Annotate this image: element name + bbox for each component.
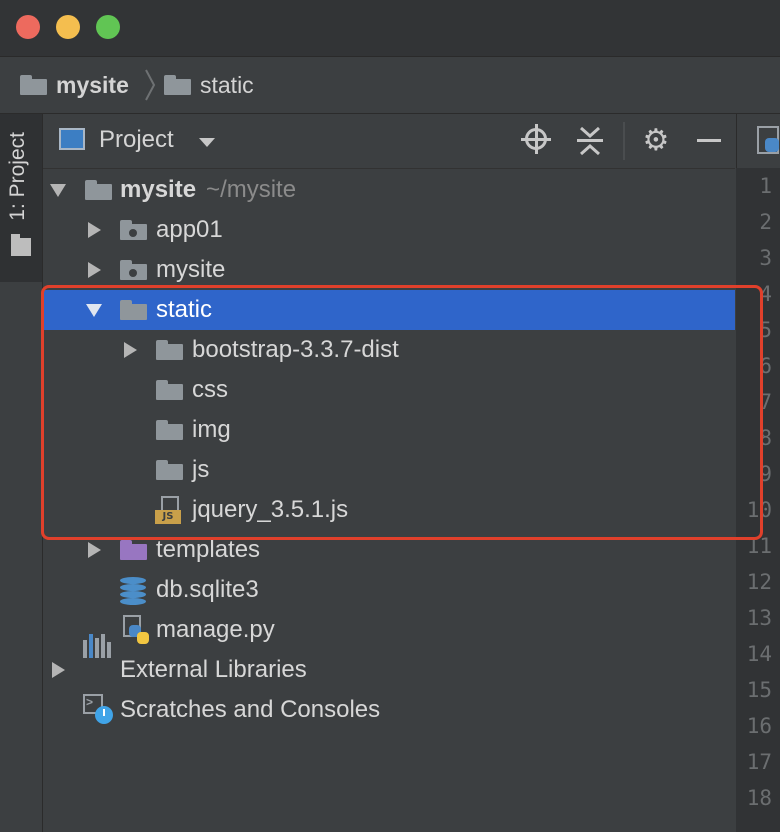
tree-item-label: manage.py [156, 616, 275, 643]
toolbar-divider [623, 122, 625, 160]
expand-arrow-icon[interactable] [49, 170, 69, 210]
tree-item-label: css [192, 376, 228, 403]
breadcrumb-item-mysite[interactable]: mysite [20, 57, 129, 113]
tree-item-label: js [192, 456, 210, 483]
gear-icon[interactable]: ⚙ [639, 124, 673, 158]
window-titlebar [0, 0, 780, 57]
tree-item-mysite-root[interactable]: mysite ~/mysite [43, 170, 735, 210]
line-number: 17 [746, 750, 772, 774]
tree-item-label: static [156, 296, 213, 323]
tree-item-label: jquery_3.5.1.js [192, 496, 349, 523]
tool-window-strip: 1: Project [0, 114, 43, 832]
folder-icon [156, 380, 183, 400]
locate-icon[interactable] [521, 124, 555, 158]
line-number: 3 [759, 246, 772, 270]
project-tree: mysite ~/mysite app01 mysite static boots… [43, 170, 735, 832]
folder-icon [20, 75, 47, 95]
folder-icon [120, 300, 147, 320]
tree-item-label: Scratches and Consoles [120, 696, 381, 723]
tree-item-app01[interactable]: app01 [43, 210, 735, 250]
tree-item-bootstrap[interactable]: bootstrap-3.3.7-dist [43, 330, 735, 370]
line-number: 12 [746, 570, 772, 594]
line-number: 11 [746, 534, 772, 558]
collapse-arrow-icon[interactable] [84, 530, 104, 570]
templates-folder-icon [120, 540, 147, 560]
folder-icon [156, 460, 183, 480]
tree-item-mysite-package[interactable]: mysite [43, 250, 735, 290]
project-view-icon [59, 128, 85, 150]
line-number: 18 [746, 786, 772, 810]
package-folder-icon [120, 260, 147, 280]
tree-item-label: db.sqlite3 [156, 576, 259, 603]
folder-icon [85, 180, 112, 200]
tree-item-jquery[interactable]: JS jquery_3.5.1.js [43, 490, 735, 530]
line-number: 6 [759, 354, 772, 378]
line-number: 15 [746, 678, 772, 702]
line-number-gutter: 1 2 3 4 5 6 7 8 9 10 11 12 13 14 15 16 1… [736, 168, 780, 832]
line-number: 4 [759, 282, 772, 306]
path-hint: ~/mysite [206, 176, 297, 203]
collapse-arrow-icon[interactable] [48, 650, 68, 690]
tree-item-label: External Libraries [120, 656, 307, 683]
minimize-icon[interactable] [693, 124, 727, 158]
breadcrumb-item-static[interactable]: static [164, 57, 254, 113]
tree-item-label: mysite [156, 256, 226, 283]
tree-item-label: templates [156, 536, 261, 563]
tree-item-label: app01 [156, 216, 223, 243]
breadcrumb-separator [144, 57, 156, 113]
collapse-arrow-icon[interactable] [84, 250, 104, 290]
tree-item-scratches[interactable]: > Scratches and Consoles [43, 690, 735, 730]
folder-icon [11, 234, 31, 256]
editor-tab[interactable] [736, 114, 780, 168]
line-number: 5 [759, 318, 772, 342]
project-tool-tab-label: 1: Project [6, 132, 29, 221]
project-panel-header: Project ⚙ [43, 114, 735, 169]
breadcrumb: mysite static [0, 57, 780, 114]
folder-icon [156, 420, 183, 440]
collapse-arrow-icon[interactable] [84, 210, 104, 250]
tree-item-label: img [192, 416, 231, 443]
project-view-selector[interactable]: Project [99, 126, 174, 154]
minimize-window-button[interactable] [56, 15, 80, 39]
tree-item-label: bootstrap-3.3.7-dist [192, 336, 399, 363]
line-number: 1 [759, 174, 772, 198]
line-number: 10 [746, 498, 772, 522]
project-tool-tab[interactable]: 1: Project [0, 114, 42, 282]
tree-item-img[interactable]: img [43, 410, 735, 450]
line-number: 9 [759, 462, 772, 486]
tree-item-static[interactable]: static [43, 290, 735, 330]
chevron-right-icon [145, 69, 156, 101]
collapse-arrow-icon[interactable] [120, 330, 140, 370]
tree-item-db-sqlite3[interactable]: db.sqlite3 [43, 570, 735, 610]
line-number: 16 [746, 714, 772, 738]
line-number: 2 [759, 210, 772, 234]
package-folder-icon [120, 220, 147, 240]
breadcrumb-label: mysite [56, 71, 129, 98]
tree-item-css[interactable]: css [43, 370, 735, 410]
folder-icon [156, 340, 183, 360]
line-number: 7 [759, 390, 772, 414]
folder-icon [164, 75, 191, 95]
tree-item-manage-py[interactable]: manage.py [43, 610, 735, 650]
line-number: 14 [746, 642, 772, 666]
maximize-window-button[interactable] [96, 15, 120, 39]
tree-item-label: mysite ~/mysite [120, 176, 297, 203]
tree-item-external-libraries[interactable]: External Libraries [43, 634, 735, 690]
close-window-button[interactable] [16, 15, 40, 39]
tree-item-js[interactable]: js [43, 450, 735, 490]
expand-arrow-icon[interactable] [85, 290, 105, 330]
editor-area: 1 2 3 4 5 6 7 8 9 10 11 12 13 14 15 16 1… [736, 114, 780, 832]
python-file-icon [757, 126, 779, 154]
line-number: 8 [759, 426, 772, 450]
breadcrumb-label: static [200, 71, 254, 98]
collapse-all-icon[interactable] [573, 124, 607, 158]
line-number: 13 [746, 606, 772, 630]
tree-item-templates[interactable]: templates [43, 530, 735, 570]
chevron-down-icon[interactable] [199, 138, 215, 147]
